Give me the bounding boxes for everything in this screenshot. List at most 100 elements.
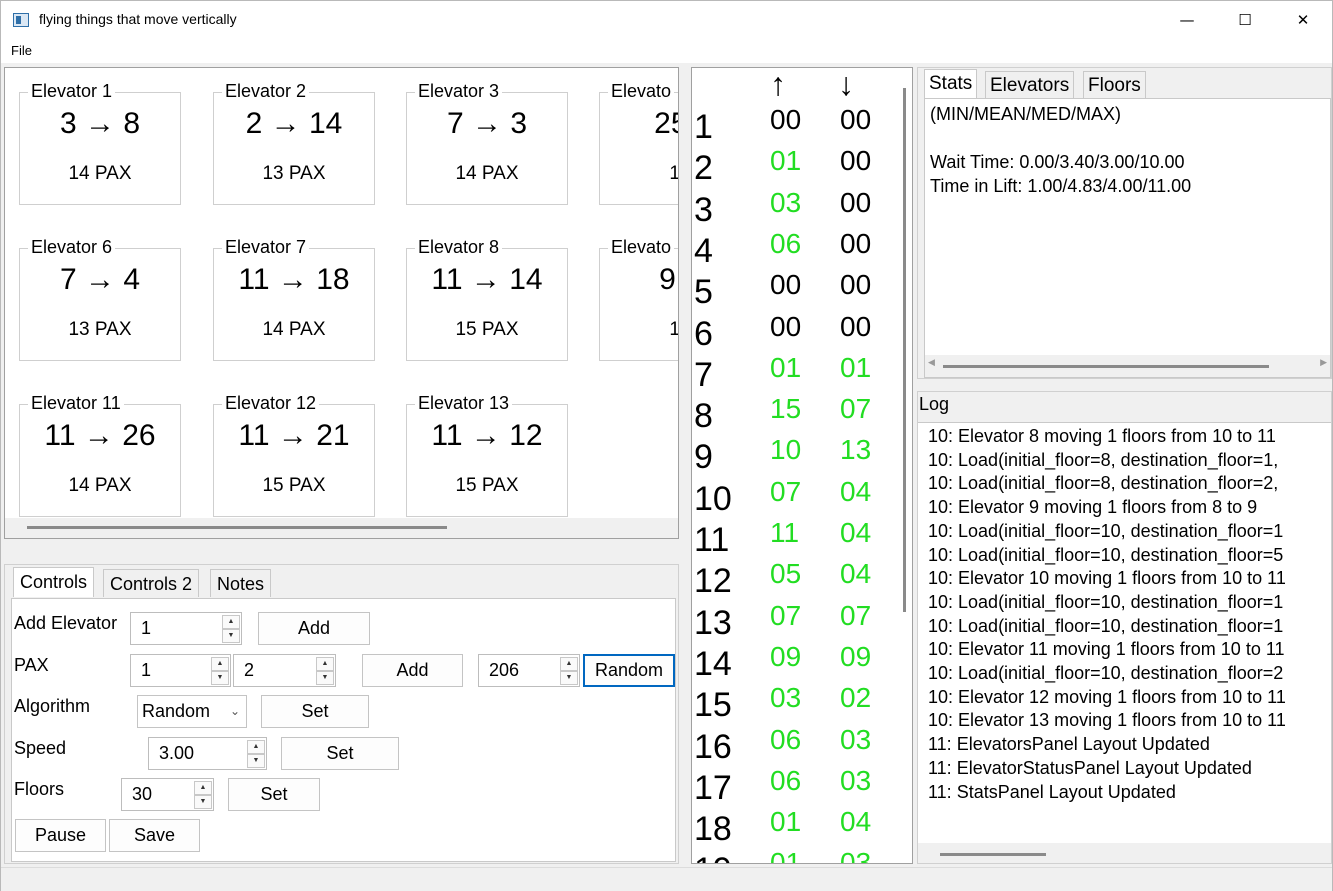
add-elevator-spinner[interactable]: 1 ▲ ▼	[130, 612, 242, 645]
tab-elevators[interactable]: Elevators	[985, 71, 1075, 98]
pax-to-value: 2	[244, 660, 255, 680]
minimize-button[interactable]: —	[1158, 1, 1216, 39]
floor-up-count: 05	[770, 558, 802, 590]
floor-up-count: 01	[770, 145, 802, 177]
algorithm-set-button[interactable]: Set	[261, 695, 369, 728]
floor-down-count: 00	[840, 269, 872, 301]
stats-panel: Stats Elevators Floors (MIN/MEAN/MED/MAX…	[917, 67, 1332, 379]
menu-file[interactable]: File	[11, 43, 32, 58]
floor-up-count: 06	[770, 723, 802, 755]
log-hscrollbar[interactable]	[918, 843, 1331, 863]
elevator-card: Elevato 25 - 15	[599, 81, 678, 205]
tab-notes[interactable]: Notes	[210, 569, 272, 597]
floor-number: 13	[694, 603, 732, 642]
elevators-hscroll-thumb[interactable]	[27, 526, 447, 529]
speed-set-button[interactable]: Set	[281, 737, 399, 770]
add-elevator-button[interactable]: Add	[258, 612, 370, 645]
tab-controls-2[interactable]: Controls 2	[103, 569, 200, 597]
floor-vscroll-thumb[interactable]	[903, 88, 906, 612]
log-line: 10: Load(initial_floor=10, destination_f…	[928, 520, 1284, 541]
random-count-value: 206	[489, 660, 520, 680]
elevator-card: Elevator 6 7 → 4 13 PAX	[19, 237, 181, 361]
pax-from-spin-arrows[interactable]: ▲ ▼	[211, 657, 229, 685]
random-count-spinner[interactable]: 206 ▲ ▼	[478, 654, 580, 687]
random-count-spin-arrows[interactable]: ▲ ▼	[560, 657, 578, 685]
floor-down-count: 03	[840, 723, 872, 755]
stats-hscrollbar[interactable]: ◀ ▶	[925, 355, 1330, 377]
algorithm-value: Random	[142, 701, 211, 721]
floors-value: 30	[132, 784, 153, 804]
floor-up-count: 06	[770, 764, 802, 796]
stats-header: (MIN/MEAN/MED/MAX)	[930, 104, 1121, 124]
floor-down-count: 01	[840, 351, 872, 383]
algorithm-select[interactable]: Random ⌄	[137, 695, 247, 728]
elevator-name: Elevator 11	[28, 393, 124, 414]
floor-number: 17	[694, 768, 732, 807]
pax-to-spinner[interactable]: 2 ▲ ▼	[233, 654, 336, 687]
add-elevator-spin-arrows[interactable]: ▲ ▼	[222, 615, 240, 643]
stats-hscroll-thumb[interactable]	[943, 365, 1269, 368]
floor-down-count: 02	[840, 682, 872, 714]
log-hscroll-thumb[interactable]	[940, 853, 1046, 856]
log-line: 11: ElevatorsPanel Layout Updated	[928, 734, 1210, 755]
add-elevator-label: Add Elevator	[14, 613, 118, 633]
floors-spin-arrows[interactable]: ▲ ▼	[194, 781, 212, 809]
elevator-card: Elevator 2 2 → 14 13 PAX	[213, 81, 375, 205]
floor-number: 4	[694, 231, 713, 270]
elevators-hscrollbar[interactable]	[5, 518, 678, 538]
floor-down-count: 04	[840, 517, 872, 548]
random-button[interactable]: Random	[583, 654, 675, 687]
speed-spinner[interactable]: 3.00 ▲ ▼	[148, 737, 267, 770]
app-window: flying things that move vertically — ☐ ✕…	[0, 0, 1333, 891]
log-line: 10: Load(initial_floor=8, destination_fl…	[928, 473, 1279, 494]
floors-spinner[interactable]: 30 ▲ ▼	[121, 778, 214, 811]
floor-down-count: 13	[840, 434, 872, 466]
floors-set-button[interactable]: Set	[228, 778, 320, 811]
floor-up-count: 00	[770, 104, 802, 135]
floor-up-count: 10	[770, 434, 802, 466]
floor-up-count: 03	[770, 186, 802, 218]
elevator-name: Elevator 13	[415, 393, 513, 414]
pause-button[interactable]: Pause	[15, 819, 106, 852]
chevron-down-icon: ⌄	[229, 704, 240, 718]
close-button[interactable]: ✕	[1274, 1, 1332, 39]
floor-up-count: 00	[770, 310, 802, 342]
pax-from-spinner[interactable]: 1 ▲ ▼	[130, 654, 231, 687]
elevator-card: Elevato 9 – 13	[599, 237, 679, 361]
elevator-pax: 14 PAX	[455, 163, 519, 184]
floor-down-count: 07	[840, 393, 872, 425]
elevator-route: 11 → 18	[238, 263, 350, 296]
tab-floors[interactable]: Floors	[1083, 71, 1146, 98]
menu-bar: File	[1, 39, 1332, 63]
scroll-left-icon[interactable]: ◀	[928, 358, 935, 368]
floor-up-count: 00	[770, 269, 802, 301]
floor-down-count: 00	[840, 145, 872, 177]
elevator-pax: 15 PAX	[455, 475, 519, 496]
floor-down-count: 04	[840, 475, 872, 507]
elevator-card: Elevator 8 11 → 14 15 PAX	[406, 237, 568, 361]
elevator-name: Elevator 3	[415, 81, 503, 102]
pax-add-button[interactable]: Add	[362, 654, 463, 687]
log-line: 10: Load(initial_floor=10, destination_f…	[928, 544, 1284, 565]
scroll-right-icon[interactable]: ▶	[1320, 358, 1327, 368]
speed-spin-arrows[interactable]: ▲ ▼	[247, 740, 265, 768]
save-button[interactable]: Save	[109, 819, 200, 852]
elevator-name: Elevator 1	[28, 81, 116, 102]
floor-number: 18	[694, 810, 732, 849]
elevator-pax: 13	[669, 319, 679, 340]
pax-from-value: 1	[141, 660, 152, 680]
floor-number: 5	[694, 273, 713, 312]
floors-label: Floors	[14, 779, 65, 799]
maximize-button[interactable]: ☐	[1216, 1, 1274, 39]
floor-up-count: 03	[770, 682, 802, 714]
floor-down-count: 00	[840, 104, 872, 135]
elevator-route: 11 → 14	[431, 263, 543, 296]
pax-to-spin-arrows[interactable]: ▲ ▼	[316, 657, 334, 685]
floor-number: 1	[694, 108, 713, 146]
tab-stats[interactable]: Stats	[924, 69, 978, 98]
elevator-card: Elevator 11 11 → 26 14 PAX	[19, 393, 181, 517]
tab-controls[interactable]: Controls	[13, 567, 95, 597]
floor-up-count: 01	[770, 806, 802, 838]
floor-down-count: 04	[840, 558, 872, 590]
floor-up-count: 09	[770, 640, 802, 672]
